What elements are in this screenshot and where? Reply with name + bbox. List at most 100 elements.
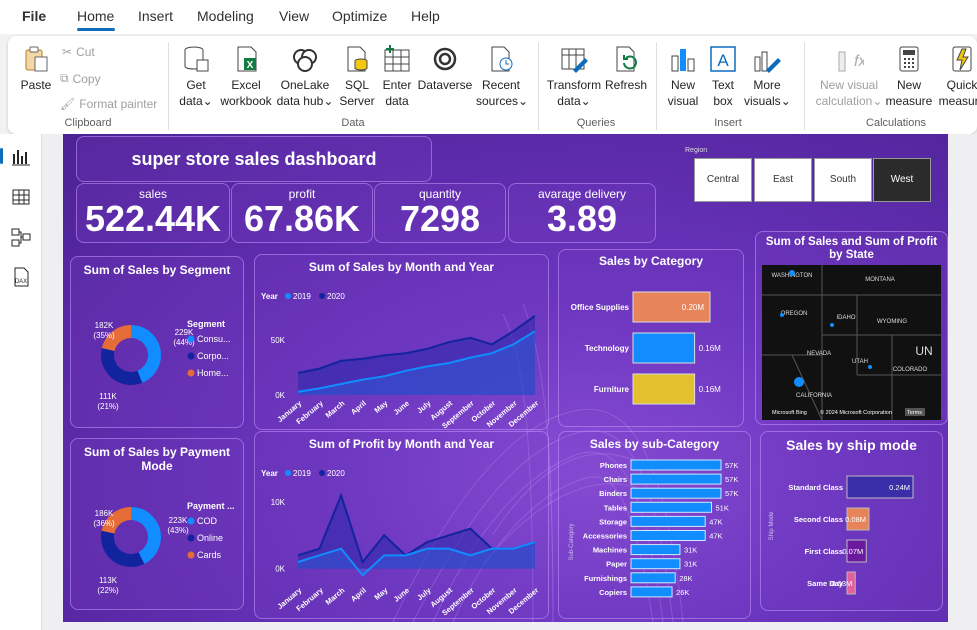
bar (630, 501, 713, 513)
refresh-icon (616, 46, 637, 72)
table-add-icon (384, 45, 410, 72)
transform-data-button[interactable]: Transform data⌄ (546, 44, 602, 109)
report-view-icon[interactable] (10, 146, 32, 168)
payment-donut-chart[interactable]: 223K(43%) 186K(36%) 113K(22%) Payment ... CO… (71, 459, 245, 609)
menu-bar: File Home Insert Modeling View Optimize … (0, 0, 977, 34)
x-tick-label: April (349, 399, 368, 417)
tab-optimize[interactable]: Optimize (332, 8, 387, 24)
sales-area-chart[interactable]: Year 2019 20200K50KJanuaryFebruaryMarch Apr… (255, 275, 550, 431)
category-label: Second Class (794, 515, 843, 524)
tab-view[interactable]: View (279, 8, 309, 24)
new-visual-button[interactable]: New visual (664, 44, 702, 109)
data-label: (43%) (167, 526, 189, 535)
tab-help[interactable]: Help (411, 8, 440, 24)
kpi-delivery: avarage delivery 3.89 (508, 183, 656, 243)
data-label: 111K (99, 392, 117, 401)
quick-measure-button[interactable]: Quick measure (936, 44, 977, 109)
dashboard-title: super store sales dashboard (131, 149, 377, 169)
subcategory-bar-chart[interactable]: Phones 57K Chairs 57K Binders 57K Tables 51K Sto… (559, 452, 752, 620)
model-view-icon[interactable] (10, 226, 32, 248)
chart-title: Sum of Sales by Month and Year (308, 260, 495, 274)
data-label: 31K (684, 560, 697, 569)
refresh-button[interactable]: Refresh (604, 44, 648, 93)
legend-marker (285, 470, 291, 476)
new-measure-label-2: measure (885, 94, 933, 108)
segment-chart-card: Sum of Sales by Segment 229K (44%) 182K (35… (70, 256, 244, 428)
legend-label: Consu... (197, 334, 231, 344)
new-visual-label-2: visual (667, 94, 699, 108)
recent-sources-button[interactable]: Recent sources⌄ (476, 44, 528, 109)
chart-title: Sales by Category (598, 254, 704, 268)
sql-server-button[interactable]: SQL Server (338, 44, 376, 109)
more-visuals-button[interactable]: More visuals⌄ (744, 44, 791, 109)
tab-home[interactable]: Home (77, 8, 114, 24)
enter-data-button[interactable]: Enter data (380, 44, 414, 109)
copy-button[interactable]: ⧉ Copy (60, 71, 101, 86)
map-label: UTAH (852, 359, 868, 365)
region-option-central[interactable]: Central (694, 158, 752, 202)
map-label: CALIFORNIA (796, 393, 832, 399)
data-label: 0.16M (699, 344, 722, 353)
text-box-button[interactable]: A Text box (706, 44, 740, 109)
svg-text:X: X (247, 60, 254, 71)
refresh-label: Refresh (604, 78, 648, 92)
data-label: 57K (725, 489, 738, 498)
excel-workbook-button[interactable]: X Excel workbook (219, 44, 273, 109)
profit-area-chart[interactable]: Year 2019 20200K10KJanuaryFebruaryMarch Apr… (255, 452, 550, 620)
file-menu[interactable]: File (22, 8, 46, 24)
legend-marker (319, 470, 325, 476)
tab-insert[interactable]: Insert (138, 8, 173, 24)
chart-title: Sum of Profit by Month and Year (308, 437, 495, 451)
data-label: 57K (725, 475, 738, 484)
donut-slice (101, 530, 145, 567)
new-visual-calculation-button[interactable]: fx New visual calculation⌄ (812, 44, 886, 109)
segment-donut-chart[interactable]: 229K(44%)182K(35%)111K(21%)SegmentConsu.… (71, 277, 245, 427)
state-map[interactable]: WASHINGTONMONTANAOREGONIDAHOWYOMINGNEVAD… (762, 265, 942, 421)
paste-button[interactable]: Paste (20, 44, 52, 93)
category-label: Accessories (583, 532, 627, 541)
onelake-button[interactable]: OneLake data hub⌄ (276, 44, 334, 109)
cut-button[interactable]: ✂ Cut (62, 45, 95, 59)
svg-text:DAX: DAX (15, 279, 27, 285)
function-icon: fx (838, 51, 864, 72)
new-measure-button[interactable]: New measure (884, 44, 934, 109)
recent-label-2: sources (476, 94, 519, 108)
map-bubble (794, 377, 804, 387)
dataverse-button[interactable]: Dataverse (417, 44, 473, 93)
legend-title: Payment ... (187, 501, 235, 511)
region-option-south[interactable]: South (814, 158, 872, 202)
category-label: Machines (593, 546, 627, 555)
dax-query-view-icon[interactable]: DAX (10, 266, 32, 288)
legend-title: Year (261, 469, 278, 478)
get-data-button[interactable]: Get data⌄ (176, 44, 216, 109)
region-option-east[interactable]: East (754, 158, 812, 202)
legend-label: Online (197, 533, 223, 543)
chart-title: Sum of Sales and Sum of Profit by State (765, 236, 938, 261)
data-label: 186K (95, 509, 114, 518)
recent-icon (491, 46, 513, 72)
bar (630, 487, 722, 499)
data-label: 113K (99, 576, 118, 585)
title-card: super store sales dashboard (76, 136, 432, 182)
separator (656, 42, 657, 130)
new-visual-calc-label-2: calculation (815, 94, 873, 108)
x-tick-label: May (373, 585, 391, 602)
shipmode-bar-chart[interactable]: Standard Class 0.24M Second Class 0.08M Firs… (761, 454, 944, 614)
paste-icon (25, 46, 48, 72)
y-tick-label: 50K (271, 336, 286, 345)
data-label: 182K (95, 321, 114, 330)
data-label: 223K (169, 516, 188, 525)
format-painter-button[interactable]: 🖌 Format painter (60, 97, 157, 111)
sql-label: SQL (344, 78, 369, 92)
data-label: 28K (679, 574, 692, 583)
format-painter-label: Format painter (79, 97, 158, 111)
active-tab-indicator (77, 28, 115, 31)
data-label: 0.16M (699, 385, 722, 394)
category-bar-chart[interactable]: Office Supplies 0.20M Technology 0.16M Furni… (559, 270, 745, 426)
table-view-icon[interactable] (10, 186, 32, 208)
kpi-value: 522.44K (84, 198, 222, 239)
region-option-west[interactable]: West (873, 158, 931, 202)
tab-modeling[interactable]: Modeling (197, 8, 254, 24)
separator (538, 42, 539, 130)
region-slicer-label: Region (685, 147, 708, 154)
